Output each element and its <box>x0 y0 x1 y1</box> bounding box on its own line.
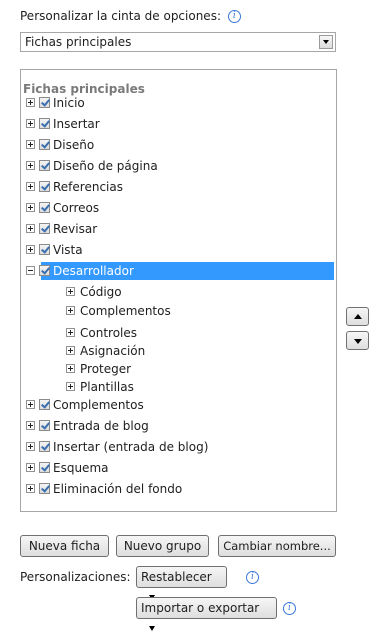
tree-group-label: Plantillas <box>80 380 134 394</box>
tree-item-label: Esquema <box>53 461 109 475</box>
expand-icon[interactable] <box>26 182 35 191</box>
new-tab-label: Nueva ficha <box>28 539 101 553</box>
new-group-button[interactable]: Nuevo grupo <box>116 535 209 557</box>
move-down-button[interactable] <box>346 331 369 350</box>
checkbox-icon[interactable] <box>39 244 50 255</box>
ribbon-select-value: Fichas principales <box>25 35 132 49</box>
reset-button[interactable]: Restablecer <box>136 566 227 600</box>
tree-item-diseno[interactable]: Diseño <box>21 136 334 154</box>
tree-item-label: Inicio <box>53 96 85 110</box>
checkbox-icon[interactable] <box>39 420 50 431</box>
import-export-label: Importar o exportar <box>141 601 260 615</box>
expand-icon[interactable] <box>66 328 75 337</box>
expand-icon[interactable] <box>26 463 35 472</box>
tree-item-correos[interactable]: Correos <box>21 199 334 217</box>
dropdown-arrow-icon <box>149 626 155 631</box>
expand-icon[interactable] <box>26 442 35 451</box>
expand-icon[interactable] <box>26 161 35 170</box>
checkbox-icon[interactable] <box>39 223 50 234</box>
rename-label: Cambiar nombre... <box>223 539 331 553</box>
tree-item-label: Revisar <box>53 222 98 236</box>
tree-item-eliminacion-fondo[interactable]: Eliminación del fondo <box>21 480 334 498</box>
customizations-label: Personalizaciones: <box>20 570 131 584</box>
ribbon-select[interactable]: Fichas principales <box>20 32 336 52</box>
chevron-down-icon[interactable] <box>319 35 333 49</box>
tree-item-label: Insertar (entrada de blog) <box>53 440 209 454</box>
customize-ribbon-label: Personalizar la cinta de opciones: i <box>20 9 241 23</box>
info-icon: i <box>283 602 296 615</box>
checkbox-icon[interactable] <box>39 462 50 473</box>
expand-icon[interactable] <box>66 364 75 373</box>
checkbox-icon[interactable] <box>39 265 50 276</box>
tree-group-plantillas[interactable]: Plantillas <box>21 378 334 396</box>
expand-icon[interactable] <box>26 245 35 254</box>
tree-item-label: Desarrollador <box>53 264 134 278</box>
expand-icon[interactable] <box>26 119 35 128</box>
tree-item-complementos[interactable]: Complementos <box>21 396 334 414</box>
checkbox-icon[interactable] <box>39 97 50 108</box>
tree-item-insertar[interactable]: Insertar <box>21 115 334 133</box>
expand-icon[interactable] <box>26 484 35 493</box>
tree-item-esquema[interactable]: Esquema <box>21 459 334 477</box>
tree-item-revisar[interactable]: Revisar <box>21 220 334 238</box>
tree-group-label: Proteger <box>80 362 132 376</box>
tree-item-vista[interactable]: Vista <box>21 241 334 259</box>
rename-button[interactable]: Cambiar nombre... <box>218 535 336 557</box>
expand-icon[interactable] <box>26 203 35 212</box>
tree-item-referencias[interactable]: Referencias <box>21 178 334 196</box>
checkbox-icon[interactable] <box>39 399 50 410</box>
expand-icon[interactable] <box>26 421 35 430</box>
tree-group-asignacion[interactable]: Asignación <box>21 342 334 360</box>
tree-item-label: Complementos <box>53 398 144 412</box>
tree-group-controles[interactable]: Controles <box>21 324 334 342</box>
info-icon: i <box>227 10 241 23</box>
tree-item-label: Referencias <box>53 180 123 194</box>
tree-item-label: Insertar <box>53 117 100 131</box>
customize-ribbon-text: Personalizar la cinta de opciones: <box>20 9 221 23</box>
info-icon: i <box>246 571 259 584</box>
checkbox-icon[interactable] <box>39 441 50 452</box>
expand-icon[interactable] <box>66 382 75 391</box>
checkbox-icon[interactable] <box>39 160 50 171</box>
checkbox-icon[interactable] <box>39 181 50 192</box>
checkbox-icon[interactable] <box>39 202 50 213</box>
expand-icon[interactable] <box>26 400 35 409</box>
checkbox-icon[interactable] <box>39 118 50 129</box>
tree-group-codigo[interactable]: Código <box>21 283 334 301</box>
tree-group-label: Código <box>80 285 122 299</box>
expand-icon[interactable] <box>66 346 75 355</box>
tree-item-inicio[interactable]: Inicio <box>21 94 334 112</box>
tree-item-label: Eliminación del fondo <box>53 482 183 496</box>
tree-group-label: Complementos <box>80 304 171 318</box>
tree-group-complementos[interactable]: Complementos <box>21 302 334 320</box>
reset-label: Restablecer <box>141 570 212 584</box>
collapse-icon[interactable] <box>26 266 35 275</box>
new-group-label: Nuevo grupo <box>123 539 202 553</box>
tree-item-label: Diseño de página <box>53 159 158 173</box>
tree-item-diseno-pagina[interactable]: Diseño de página <box>21 157 334 175</box>
expand-icon[interactable] <box>26 140 35 149</box>
import-export-button[interactable]: Importar o exportar <box>136 597 277 631</box>
tree-item-label: Entrada de blog <box>53 419 149 433</box>
tree-item-desarrollador[interactable]: Desarrollador <box>21 262 334 280</box>
checkbox-icon[interactable] <box>39 483 50 494</box>
expand-icon[interactable] <box>26 98 35 107</box>
tree-item-insertar-blog[interactable]: Insertar (entrada de blog) <box>21 438 334 456</box>
expand-icon[interactable] <box>66 287 75 296</box>
tree-group-label: Asignación <box>80 344 146 358</box>
tree-item-entrada-blog[interactable]: Entrada de blog <box>21 417 334 435</box>
tree-item-label: Vista <box>53 243 83 257</box>
tree-group-label: Controles <box>80 326 138 340</box>
move-up-button[interactable] <box>346 307 369 326</box>
new-tab-button[interactable]: Nueva ficha <box>20 535 109 557</box>
expand-icon[interactable] <box>26 224 35 233</box>
ribbon-tree[interactable]: Fichas principales Inicio Insertar Diseñ… <box>20 69 337 512</box>
expand-icon[interactable] <box>66 306 75 315</box>
tree-item-label: Correos <box>53 201 100 215</box>
tree-item-label: Diseño <box>53 138 95 152</box>
tree-group-proteger[interactable]: Proteger <box>21 360 334 378</box>
checkbox-icon[interactable] <box>39 139 50 150</box>
